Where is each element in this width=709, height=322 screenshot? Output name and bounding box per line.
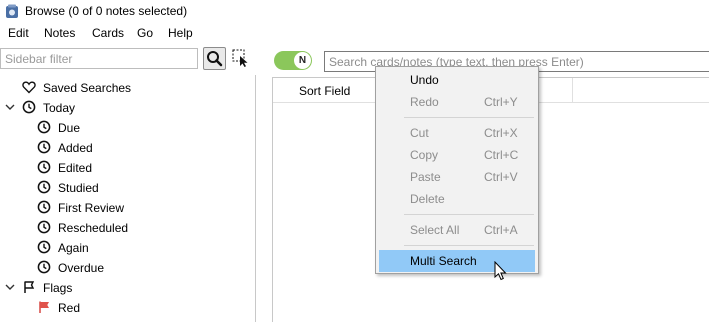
- menu-item-shortcut: Ctrl+Y: [484, 95, 518, 109]
- anki-app-icon: [6, 4, 18, 18]
- menu-item-shortcut: Ctrl+V: [484, 170, 518, 184]
- menu-item-label: Select All: [410, 223, 460, 237]
- menu-item-label: Redo: [410, 95, 439, 109]
- sidebar-item-label: Overdue: [58, 261, 105, 275]
- heart-icon: [22, 81, 36, 94]
- menu-item-label: Multi Search: [410, 254, 477, 268]
- sidebar-item-label: Due: [58, 121, 81, 135]
- clock-icon: [37, 120, 51, 134]
- menu-item-select-all[interactable]: Select All Ctrl+A: [376, 219, 538, 241]
- menu-item-shortcut: Ctrl+C: [484, 148, 519, 162]
- red-flag-icon: [39, 301, 49, 313]
- window-title: Browse (0 of 0 notes selected): [25, 4, 188, 18]
- sidebar-item-label: Edited: [58, 161, 93, 175]
- cards-notes-toggle[interactable]: N: [274, 51, 312, 70]
- chevron-down-icon[interactable]: [4, 281, 16, 293]
- menu-edit[interactable]: Edit: [8, 26, 29, 40]
- clock-icon: [37, 260, 51, 274]
- mouse-cursor-icon: [494, 261, 507, 281]
- magnifier-icon: [207, 51, 223, 67]
- toggle-knob: N: [294, 52, 311, 69]
- sidebar-item-due[interactable]: Due: [0, 118, 255, 138]
- sidebar-item-studied[interactable]: Studied: [0, 178, 255, 198]
- clock-icon: [37, 140, 51, 154]
- menu-notes[interactable]: Notes: [44, 26, 75, 40]
- menu-item-label: Paste: [410, 170, 441, 184]
- sidebar-item-first-review[interactable]: First Review: [0, 198, 255, 218]
- menu-item-shortcut: Ctrl+A: [484, 223, 518, 237]
- sidebar-item-again[interactable]: Again: [0, 238, 255, 258]
- column-divider[interactable]: [572, 78, 573, 102]
- menu-item-copy[interactable]: Copy Ctrl+C: [376, 144, 538, 166]
- menu-separator: [404, 214, 534, 215]
- sidebar-splitter[interactable]: [255, 75, 256, 322]
- menu-cards[interactable]: Cards: [92, 26, 124, 40]
- sidebar-item-label: Saved Searches: [43, 81, 132, 95]
- menu-item-delete[interactable]: Delete: [376, 188, 538, 210]
- clock-icon: [22, 100, 36, 114]
- context-menu: Undo Redo Ctrl+Y Cut Ctrl+X Copy Ctrl+C …: [375, 66, 539, 274]
- menu-item-undo[interactable]: Undo: [376, 69, 538, 91]
- title-bar: Browse (0 of 0 notes selected): [0, 0, 709, 24]
- menu-item-redo[interactable]: Redo Ctrl+Y: [376, 91, 538, 113]
- sidebar-search-button[interactable]: [203, 47, 226, 70]
- menu-bar: Edit Notes Cards Go Help: [0, 24, 709, 43]
- menu-item-shortcut: Ctrl+X: [484, 126, 518, 140]
- menu-item-multi-search[interactable]: Multi Search: [379, 250, 535, 272]
- sidebar-item-label: Today: [43, 101, 76, 115]
- clock-icon: [37, 220, 51, 234]
- clock-icon: [37, 200, 51, 214]
- sidebar-item-red[interactable]: Red: [0, 298, 255, 318]
- sidebar-filter-input[interactable]: [1, 49, 197, 68]
- clock-icon: [37, 240, 51, 254]
- menu-item-cut[interactable]: Cut Ctrl+X: [376, 122, 538, 144]
- sidebar-item-added[interactable]: Added: [0, 138, 255, 158]
- clock-icon: [37, 160, 51, 174]
- sidebar-item-rescheduled[interactable]: Rescheduled: [0, 218, 255, 238]
- chevron-down-icon[interactable]: [4, 101, 16, 113]
- menu-help[interactable]: Help: [168, 26, 193, 40]
- flag-icon: [24, 281, 35, 293]
- sidebar-item-flags[interactable]: Flags: [0, 278, 255, 298]
- sidebar-item-label: Again: [58, 241, 89, 255]
- sidebar-item-today[interactable]: Today: [0, 98, 255, 118]
- sidebar-item-label: Rescheduled: [58, 221, 129, 235]
- menu-separator: [404, 245, 534, 246]
- menu-item-paste[interactable]: Paste Ctrl+V: [376, 166, 538, 188]
- sidebar-filter-field[interactable]: [0, 48, 198, 69]
- selection-tool-icon[interactable]: [232, 49, 250, 67]
- sidebar-item-saved-searches[interactable]: Saved Searches: [0, 78, 255, 98]
- menu-go[interactable]: Go: [137, 26, 153, 40]
- menu-item-label: Cut: [410, 126, 429, 140]
- menu-item-label: Copy: [410, 148, 439, 162]
- sidebar-item-label: First Review: [58, 201, 125, 215]
- column-header-sort-field[interactable]: Sort Field: [299, 84, 350, 98]
- sidebar-item-label: Added: [58, 141, 93, 155]
- menu-item-label: Delete: [410, 192, 445, 206]
- sidebar-item-label: Flags: [43, 281, 73, 295]
- sidebar-item-label: Red: [58, 301, 81, 315]
- menu-item-label: Undo: [410, 73, 439, 87]
- sidebar-item-label: Studied: [58, 181, 99, 195]
- clock-icon: [37, 180, 51, 194]
- sidebar-item-overdue[interactable]: Overdue: [0, 258, 255, 278]
- menu-separator: [404, 117, 534, 118]
- sidebar-item-edited[interactable]: Edited: [0, 158, 255, 178]
